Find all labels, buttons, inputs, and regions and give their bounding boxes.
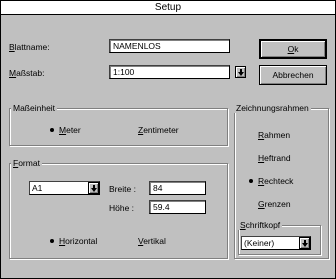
radio-button-icon [247, 200, 255, 208]
radio-button-icon [247, 154, 255, 162]
massstab-label: Maßstab: [9, 68, 45, 78]
window-title: Setup [1, 1, 335, 15]
radio-button-icon [247, 177, 255, 185]
radio-rahmen[interactable]: Rahmen [247, 130, 290, 140]
ok-button[interactable]: Ok [259, 39, 327, 59]
zeichnungsrahmen-title: Zeichnungsrahmen [234, 103, 311, 113]
radio-rechteck[interactable]: Rechteck [247, 176, 293, 186]
schriftkopf-value: (Keiner) [244, 238, 275, 248]
paper-size-dropdown-button[interactable] [88, 182, 99, 194]
chevron-down-icon [91, 185, 97, 192]
radio-button-icon [127, 126, 135, 134]
chevron-down-icon [238, 69, 244, 76]
chevron-down-icon [302, 240, 308, 247]
radio-grenzen[interactable]: Grenzen [247, 199, 291, 209]
setup-dialog: Setup Blattname: NAMENLOS Maßstab: 1:100… [0, 0, 336, 279]
radio-button-icon [127, 237, 135, 245]
radio-horizontal[interactable]: Horizontal [48, 236, 97, 246]
blattname-input[interactable]: NAMENLOS [109, 39, 230, 53]
format-title: Format [11, 158, 42, 168]
masseinheit-title: Maßeinheit [11, 103, 58, 113]
schriftkopf-select[interactable]: (Keiner) [241, 236, 311, 250]
hoehe-input[interactable]: 59.4 [149, 200, 206, 214]
schriftkopf-dropdown-button[interactable] [299, 237, 310, 249]
abbrechen-button[interactable]: Abbrechen [259, 65, 327, 85]
hoehe-label: Höhe : [109, 203, 135, 213]
masseinheit-group [9, 108, 228, 146]
radio-meter[interactable]: Meter [48, 125, 81, 135]
breite-label: Breite : [109, 184, 136, 194]
paper-size-value: A1 [32, 183, 43, 193]
radio-button-icon [247, 131, 255, 139]
radio-vertikal[interactable]: Vertikal [127, 236, 166, 246]
blattname-label: Blattname: [9, 42, 50, 52]
radio-button-icon [48, 237, 56, 245]
breite-input[interactable]: 84 [149, 181, 206, 195]
schriftkopf-title: Schriftkopf [238, 220, 283, 230]
radio-heftrand[interactable]: Heftrand [247, 153, 291, 163]
paper-size-select[interactable]: A1 [29, 181, 100, 195]
radio-zentimeter[interactable]: Zentimeter [127, 125, 179, 135]
massstab-input[interactable]: 1:100 [109, 65, 230, 79]
massstab-dropdown-button[interactable] [235, 66, 246, 78]
radio-button-icon [48, 126, 56, 134]
